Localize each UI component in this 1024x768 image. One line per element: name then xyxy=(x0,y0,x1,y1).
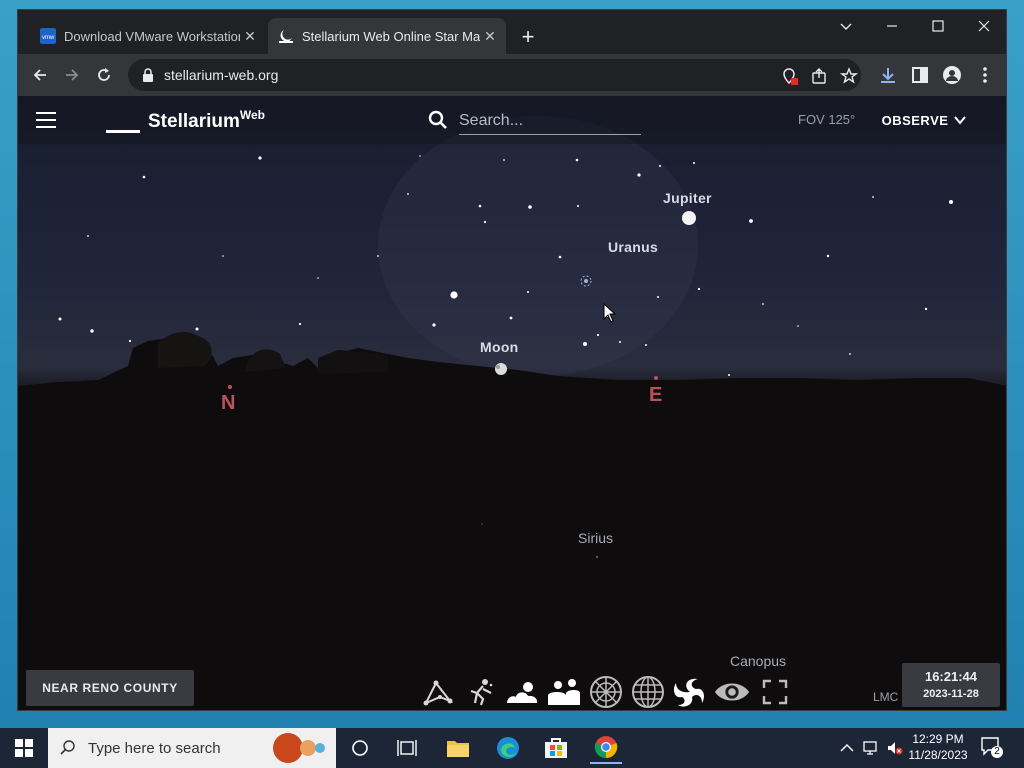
stellarium-viewport[interactable]: StellariumWeb FOV 125° OBSERVE Jupiter U… xyxy=(18,96,1007,711)
cardinal-east: E xyxy=(649,384,663,406)
close-window-icon[interactable] xyxy=(961,10,1006,42)
download-icon[interactable] xyxy=(878,65,898,85)
date-text: 2023-11-28 xyxy=(923,688,979,700)
browser-window: vmw Download VMware Workstation ✕ Stella… xyxy=(17,9,1007,711)
sky-label-canopus[interactable]: Canopus xyxy=(730,653,786,669)
close-tab-icon[interactable]: ✕ xyxy=(240,26,260,46)
chrome-icon[interactable] xyxy=(590,732,622,764)
landscape-icon[interactable] xyxy=(545,674,583,710)
hamburger-menu-icon[interactable] xyxy=(36,112,56,128)
observe-label: OBSERVE xyxy=(881,112,949,128)
tab-stellarium[interactable]: Stellarium Web Online Star Map ✕ xyxy=(268,18,506,54)
time-text: 16:21:44 xyxy=(924,669,978,684)
url-text: stellarium-web.org xyxy=(164,67,279,83)
tab-title: Download VMware Workstation xyxy=(64,28,240,44)
tray-chevron-up-icon[interactable] xyxy=(838,739,856,757)
start-button[interactable] xyxy=(0,728,48,768)
notification-center-icon[interactable]: 2 xyxy=(980,736,1004,760)
cardinal-north: N xyxy=(221,392,236,414)
network-icon[interactable] xyxy=(862,739,880,757)
tab-vmware[interactable]: vmw Download VMware Workstation ✕ xyxy=(30,18,266,54)
file-explorer-icon[interactable] xyxy=(442,732,474,764)
azimuthal-grid-icon[interactable] xyxy=(587,674,625,710)
sky-label-jupiter[interactable]: Jupiter xyxy=(663,190,712,206)
back-arrow-icon[interactable] xyxy=(26,61,54,89)
stellarium-moon-icon xyxy=(279,30,293,43)
datetime-button[interactable]: 16:21:44 2023-11-28 xyxy=(902,663,1000,707)
taskbar-search-box[interactable]: Type here to search xyxy=(48,728,336,768)
browser-toolbar: stellarium-web.org xyxy=(18,54,1006,96)
equatorial-grid-icon[interactable] xyxy=(629,674,667,710)
forward-arrow-icon[interactable] xyxy=(58,61,86,89)
minimize-icon[interactable] xyxy=(869,10,915,42)
location-button[interactable]: NEAR RENO COUNTY xyxy=(26,670,194,706)
profile-avatar-icon[interactable] xyxy=(942,65,962,85)
system-clock[interactable]: 12:29 PM 11/28/2023 xyxy=(906,731,970,763)
edge-browser-icon[interactable] xyxy=(492,732,524,764)
observe-dropdown[interactable]: OBSERVE xyxy=(870,106,978,134)
notification-count: 2 xyxy=(991,746,1003,758)
clock-date: 11/28/2023 xyxy=(908,748,968,762)
menu-kebab-icon[interactable] xyxy=(975,65,995,85)
sky-label-uranus[interactable]: Uranus xyxy=(608,239,658,255)
search-icon xyxy=(60,740,75,755)
vmware-icon: vmw xyxy=(40,28,56,44)
svg-text:vmw: vmw xyxy=(42,35,55,41)
volume-muted-icon[interactable] xyxy=(886,739,904,757)
constellation-art-icon[interactable] xyxy=(461,674,499,710)
search-input[interactable] xyxy=(459,107,641,135)
fov-indicator: FOV 125° xyxy=(798,112,856,127)
sky-label-sirius[interactable]: Sirius xyxy=(578,530,613,546)
sky-label-moon[interactable]: Moon xyxy=(480,339,519,355)
windows-taskbar: Type here to search 12:29 PM 11/28/2023 … xyxy=(0,728,1024,768)
stellarium-logo-icon xyxy=(106,106,140,133)
windows-logo-icon xyxy=(15,739,33,757)
lock-icon xyxy=(143,68,153,82)
tab-strip: vmw Download VMware Workstation ✕ Stella… xyxy=(18,10,1006,54)
microsoft-store-icon[interactable] xyxy=(540,732,572,764)
location-blocked-icon[interactable] xyxy=(780,67,798,85)
taskbar-search-placeholder: Type here to search xyxy=(88,739,221,757)
deep-sky-objects-icon[interactable] xyxy=(671,674,709,710)
share-icon[interactable] xyxy=(810,67,828,85)
atmosphere-icon[interactable] xyxy=(503,674,541,710)
lmc-label: LMC xyxy=(873,690,899,704)
clock-time: 12:29 PM xyxy=(912,732,964,746)
maximize-icon[interactable] xyxy=(915,10,961,42)
close-tab-icon[interactable]: ✕ xyxy=(480,26,500,46)
sky-canvas[interactable] xyxy=(18,96,1007,711)
reload-icon[interactable] xyxy=(90,61,118,89)
task-view-icon[interactable] xyxy=(391,732,423,764)
constellation-lines-icon[interactable] xyxy=(420,674,458,710)
tab-title: Stellarium Web Online Star Map xyxy=(302,28,480,44)
new-tab-button[interactable]: + xyxy=(516,26,540,50)
address-bar[interactable]: stellarium-web.org xyxy=(128,59,861,91)
side-panel-icon[interactable] xyxy=(910,65,930,85)
chevron-down-icon xyxy=(954,116,967,125)
search-icon[interactable] xyxy=(428,110,448,130)
app-header: StellariumWeb FOV 125° OBSERVE xyxy=(18,96,1006,144)
night-mode-eye-icon[interactable] xyxy=(713,674,751,710)
fullscreen-icon[interactable] xyxy=(756,674,794,710)
search-highlight-planets-icon xyxy=(273,733,325,763)
bookmark-star-icon[interactable] xyxy=(840,67,858,85)
brand-name: StellariumWeb xyxy=(148,108,265,132)
cortana-icon[interactable] xyxy=(344,732,376,764)
tab-search-chevron-icon[interactable] xyxy=(823,10,869,42)
mouse-cursor-icon xyxy=(603,303,617,323)
